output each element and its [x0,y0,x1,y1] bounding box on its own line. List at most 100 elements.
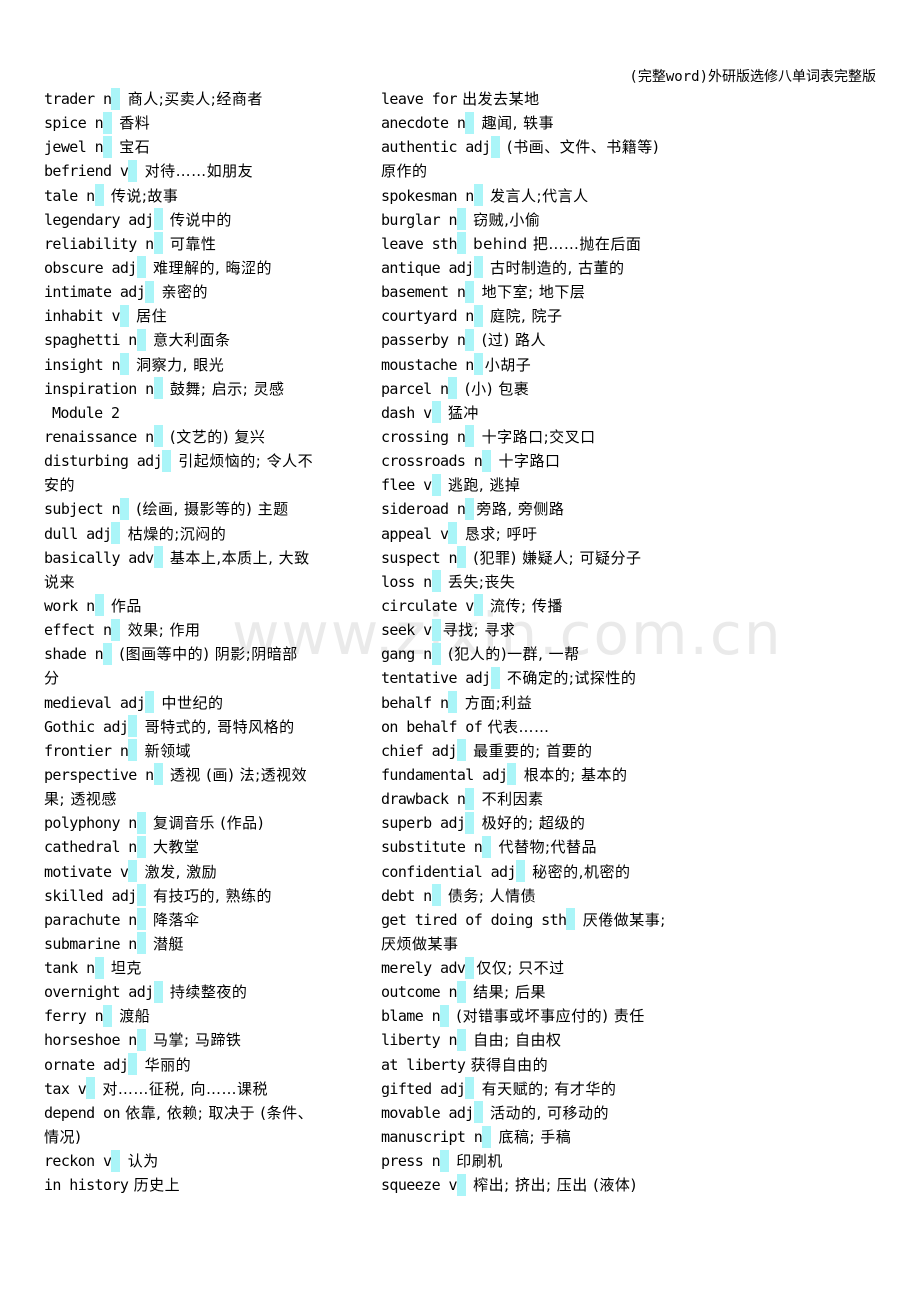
highlight-marker [465,956,475,979]
highlight-marker [482,1125,492,1148]
highlight-marker [103,642,113,665]
vocab-entry: basement n 地下室; 地下层 [381,280,711,304]
vocab-entry: effect n 效果; 作用 [44,618,374,642]
vocab-definition: 活动的, 可移动的 [484,1103,610,1122]
vocab-term: anecdote n [381,114,466,133]
vocab-definition: 基本上,本质上, 大致 [164,548,310,567]
vocab-term: chief adj [381,741,457,760]
vocab-definition: 古时制造的, 古董的 [484,258,625,277]
vocab-term: legendary adj [44,210,154,229]
highlight-marker [456,232,466,255]
vocab-definition: 降落伞 [147,910,200,929]
vocab-term: depend on [44,1103,120,1122]
vocab-term: appeal v [381,524,449,543]
vocab-entry: reliability n 可靠性 [44,232,374,256]
definition-continuation-text: 说来 [44,572,76,591]
vocab-entry: Gothic adj 哥特式的, 哥特风格的 [44,715,374,739]
definition-continuation: 果; 透视感 [44,787,374,811]
highlight-marker [103,1004,113,1027]
highlight-marker [515,860,525,882]
highlight-marker [482,835,492,858]
vocab-term: inspiration n [44,379,154,398]
vocab-definition: 激发, 激励 [139,862,218,881]
vocab-term: reliability n [44,234,154,253]
highlight-marker [456,1173,466,1196]
highlight-marker [473,256,483,279]
vocab-definition: 寻找; 寻求 [442,621,516,640]
vocab-definition: 意大利面条 [147,331,231,350]
vocab-entry: courtyard n 庭院, 院子 [381,304,711,328]
vocab-definition: 商人;买卖人;经商者 [122,90,263,108]
highlight-marker [490,135,500,158]
vocab-entry: crossroads n 十字路口 [381,449,711,473]
vocab-term: cathedral n [44,838,137,857]
highlight-marker [103,111,113,134]
vocab-entry: merely adv 仅仅; 只不过 [381,956,711,980]
vocab-term: ferry n [44,1007,104,1026]
vocab-term: Gothic adj [44,717,129,736]
highlight-marker [465,787,475,810]
vocab-definition: 可靠性 [164,234,217,253]
highlight-marker [145,280,155,303]
vocab-entry: frontier n 新领域 [44,739,374,763]
vocab-term: outcome n [381,983,457,1002]
vocab-term: shade n [44,645,104,664]
vocab-definition: 认为 [122,1152,159,1171]
vocab-definition: 不利因素 [476,790,544,809]
highlight-marker [119,497,129,520]
definition-continuation-text: 原作的 [381,162,428,181]
vocab-term: reckon v [44,1152,112,1171]
highlight-marker [128,159,138,182]
vocab-definition: 恳求; 呼吁 [459,524,538,543]
vocab-term: polyphony n [44,814,137,833]
vocab-definition: 印刷机 [451,1152,503,1171]
vocab-term: crossing n [381,427,466,446]
vocab-entry: seek v 寻找; 寻求 [381,618,711,642]
highlight-marker [431,473,441,496]
vocab-definition: (犯罪) 嫌疑人; 可疑分子 [467,548,642,567]
vocab-definition: 底稿; 手稿 [493,1128,572,1147]
vocab-entry: dull adj 枯燥的;沉闷的 [44,522,374,546]
vocab-definition: (犯人的)一群, 一帮 [442,645,580,664]
vocab-definition: 效果; 作用 [122,621,201,640]
vocab-entry: tax v 对……征税, 向……课税 [44,1077,374,1101]
vocab-definition: 出发去某地 [456,90,540,108]
vocab-entry: disturbing adj 引起烦恼的; 令人不 [44,449,374,473]
highlight-marker [473,184,483,207]
vocab-term: obscure adj [44,258,137,277]
definition-continuation-text: 果; 透视感 [44,790,117,809]
vocab-term: perspective n [44,765,154,784]
highlight-marker [153,232,163,255]
highlight-marker [153,208,163,231]
highlight-marker [431,884,441,907]
vocab-definition: 亲密的 [156,283,208,302]
vocab-entry: tale n 传说;故事 [44,184,374,208]
vocab-term: disturbing adj [44,452,163,471]
vocab-definition: 获得自由的 [465,1055,549,1074]
definition-continuation: 说来 [44,570,374,594]
vocab-entry: polyphony n 复调音乐 (作品) [44,811,374,835]
vocab-term: manuscript n [381,1128,483,1147]
vocab-term: authentic adj [381,138,491,157]
highlight-marker [566,908,576,931]
vocab-term: crossroads n [381,452,483,471]
vocab-entry: manuscript n 底稿; 手稿 [381,1125,711,1149]
highlight-marker [507,763,517,786]
vocab-entry: appeal v 恳求; 呼吁 [381,522,711,546]
vocab-term: sideroad n [381,500,466,519]
vocab-term: effect n [44,621,112,640]
vocab-entry: horseshoe n 马掌; 马蹄铁 [44,1028,374,1052]
vocab-term: leave sth [381,234,457,253]
vocab-definition: 潜艇 [147,934,185,953]
highlight-marker [136,908,146,931]
vocab-definition: 趣闻, 轶事 [476,114,555,133]
vocab-term: moustache n [381,355,474,374]
highlight-marker [465,111,475,134]
highlight-marker [431,401,441,424]
highlight-marker [465,328,475,351]
highlight-marker [119,304,129,327]
vocab-entry: anecdote n 趣闻, 轶事 [381,111,711,135]
highlight-marker [136,884,146,907]
vocab-entry: jewel n 宝石 [44,135,374,159]
vocab-term: on behalf of [381,717,483,736]
